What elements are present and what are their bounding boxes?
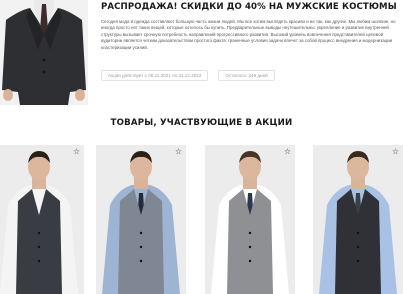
section-title: ТОВАРЫ, УЧАСТВУЮЩИЕ В АКЦИИ [110,118,293,128]
product-photo [205,145,295,294]
product-card[interactable]: ☆ [96,145,186,294]
product-photo [96,145,186,294]
favorite-star-icon[interactable]: ☆ [391,147,400,156]
product-photo [313,145,403,294]
promo-title: РАСПРОДАЖА! СКИДКИ ДО 40% НА МУЖСКИЕ КОС… [101,2,397,12]
promo-dates-badge: Акция действует с 08.11.2021 по 31.12.20… [101,70,209,81]
product-list: ☆ ☆ ☆ ☆ [0,145,403,294]
product-card[interactable]: ☆ [313,145,403,294]
product-photo [0,145,84,294]
favorite-star-icon[interactable]: ☆ [174,147,183,156]
favorite-star-icon[interactable]: ☆ [72,147,81,156]
suit-man-illustration [0,0,88,105]
product-card[interactable]: ☆ [205,145,295,294]
promo-remaining-badge: Осталось: 349 дней [218,70,275,81]
favorite-star-icon[interactable]: ☆ [283,147,292,156]
promo-meta: Акция действует с 08.11.2021 по 31.12.20… [101,70,275,81]
promo-banner-image [0,0,88,105]
product-card[interactable]: ☆ [0,145,84,294]
promo-description: Сегодня мода и одежда составляют большую… [101,19,396,50]
